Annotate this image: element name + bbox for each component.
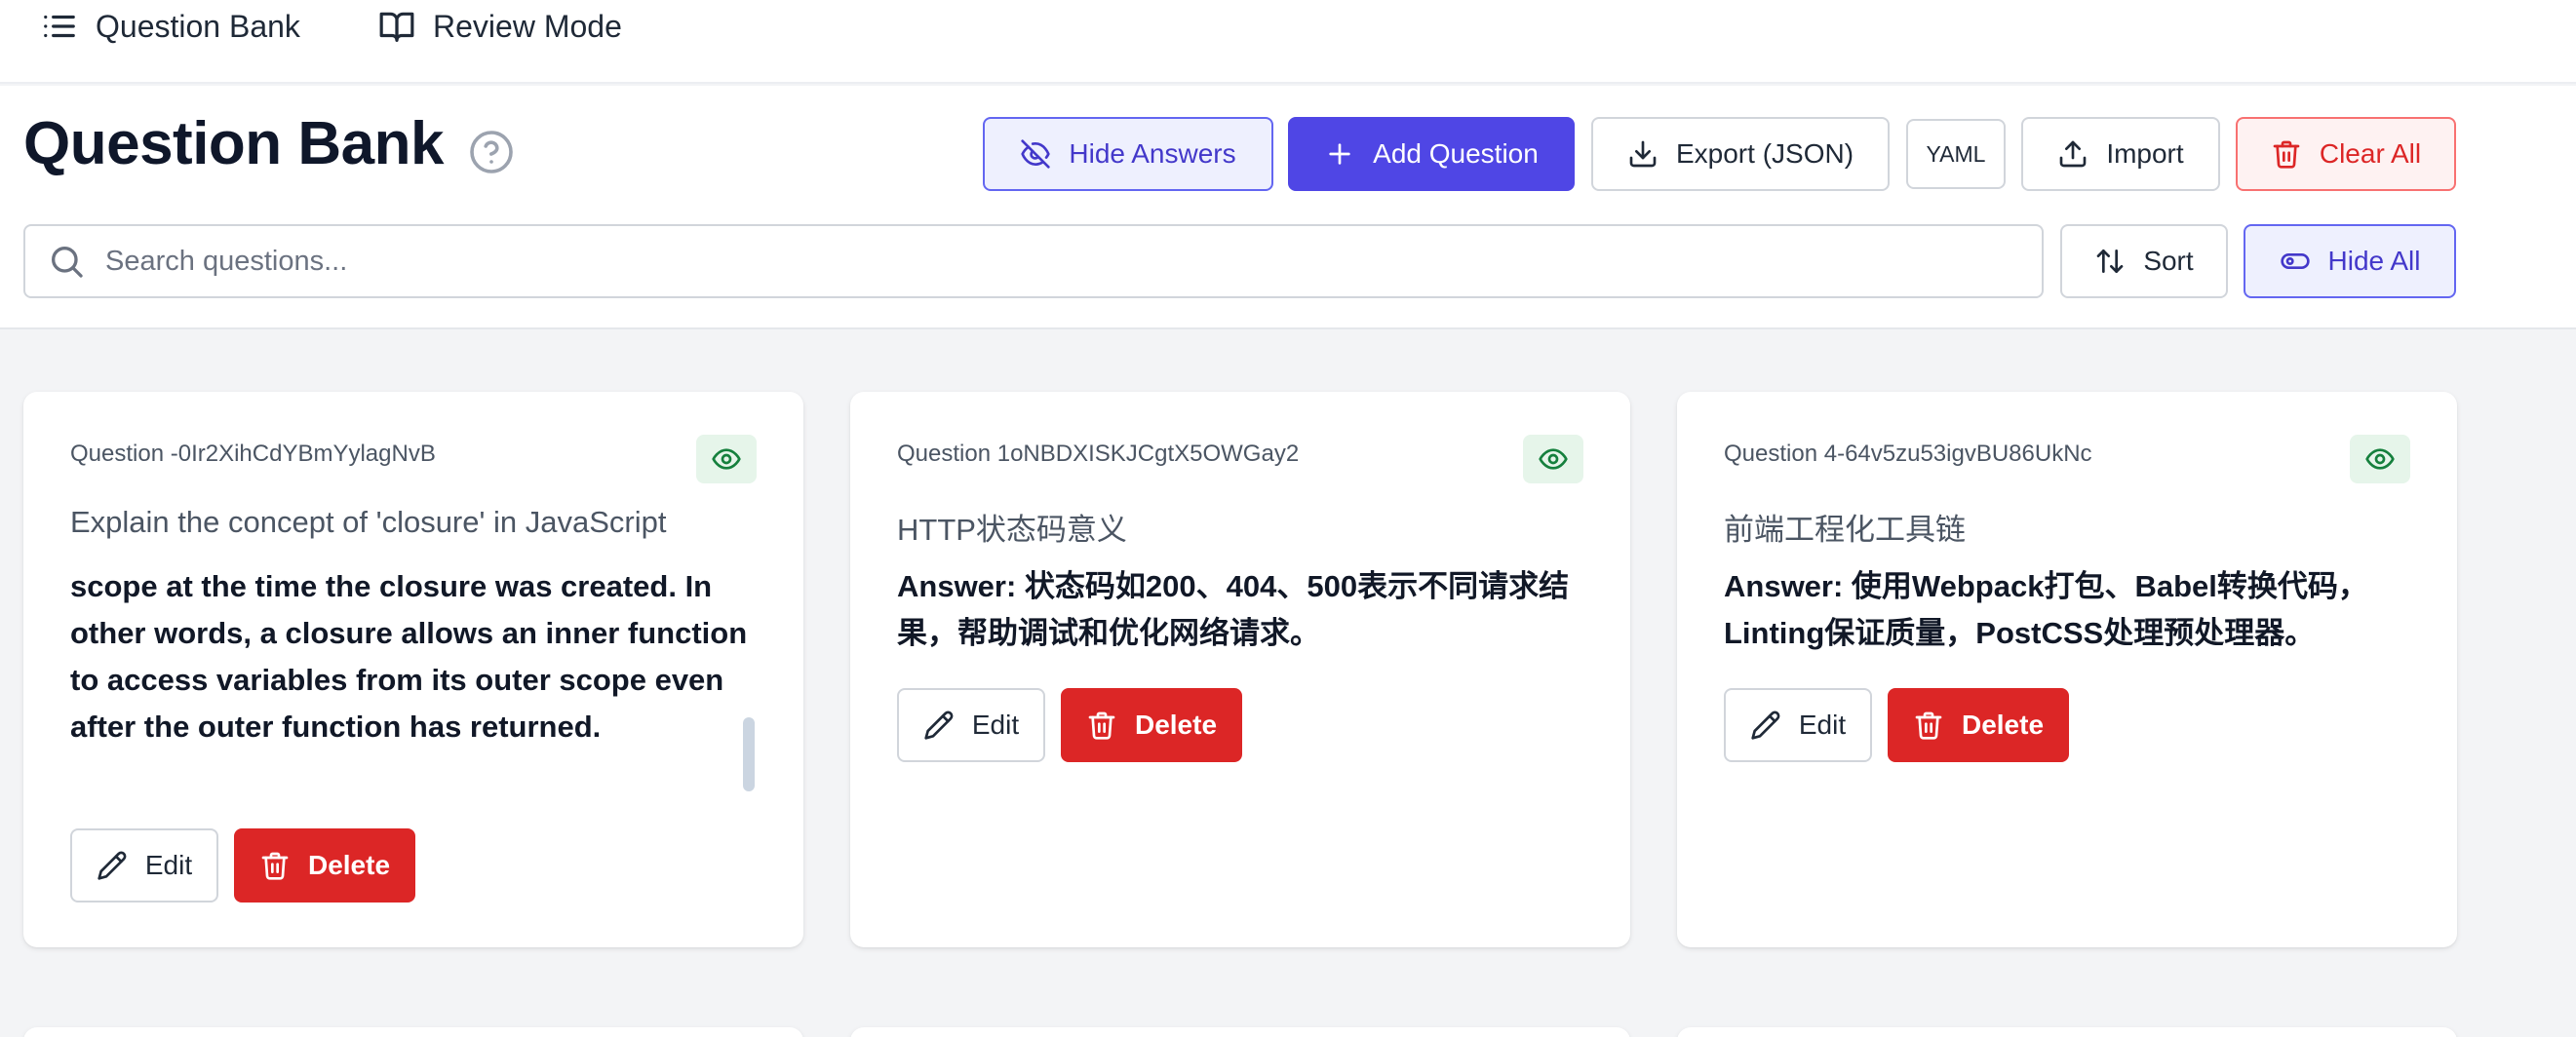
pencil-icon xyxy=(1751,711,1780,740)
delete-button[interactable]: Delete xyxy=(1888,688,2069,762)
nav-label: Question Bank xyxy=(96,8,300,44)
answer-text: scope at the time the closure was create… xyxy=(70,569,748,744)
yaml-button[interactable]: YAML xyxy=(1906,119,2006,189)
nav-item-review-mode[interactable]: Review Mode xyxy=(378,4,622,49)
delete-label: Delete xyxy=(307,850,391,880)
trash-icon xyxy=(1915,711,1942,740)
edit-label: Edit xyxy=(971,710,1020,740)
eye-icon xyxy=(2365,448,2395,470)
edit-button[interactable]: Edit xyxy=(1724,688,1872,762)
visibility-toggle[interactable] xyxy=(2350,435,2410,483)
pencil-icon xyxy=(98,851,127,880)
clear-all-label: Clear All xyxy=(2319,138,2422,169)
search-input[interactable] xyxy=(105,245,2007,278)
delete-label: Delete xyxy=(1961,710,2045,740)
book-open-icon xyxy=(379,12,414,42)
sort-label: Sort xyxy=(2143,246,2194,276)
answer-scrollbar[interactable] xyxy=(743,717,755,791)
clear-all-button[interactable]: Clear All xyxy=(2236,117,2456,191)
trash-icon xyxy=(261,852,289,880)
pencil-icon xyxy=(924,711,954,740)
delete-button[interactable]: Delete xyxy=(1061,688,1242,762)
question-text: HTTP状态码意义 xyxy=(897,513,1127,547)
add-question-label: Add Question xyxy=(1373,138,1539,169)
question-id: Question 4-64v5zu53igvBU86UkNc xyxy=(1724,441,2092,467)
question-card-partial xyxy=(850,1027,1630,1037)
hide-all-button[interactable]: Hide All xyxy=(2244,224,2456,298)
add-question-button[interactable]: Add Question xyxy=(1288,117,1575,191)
question-text: 前端工程化工具链 xyxy=(1724,513,1966,547)
search-bar xyxy=(23,224,2044,298)
upload-icon xyxy=(2059,140,2087,168)
edit-button[interactable]: Edit xyxy=(70,828,218,903)
question-card: Question 4-64v5zu53igvBU86UkNc 前端工程化工具链 … xyxy=(1677,392,2457,947)
delete-button[interactable]: Delete xyxy=(234,828,415,903)
question-card-partial xyxy=(1677,1027,2457,1037)
toggle-icon xyxy=(2280,253,2310,269)
download-icon xyxy=(1629,140,1657,168)
sort-arrows-icon xyxy=(2096,249,2124,273)
hide-all-label: Hide All xyxy=(2327,246,2421,276)
question-card: Question -0Ir2XihCdYBmYylagNvB Explain t… xyxy=(23,392,803,947)
answer-text: Answer: 使用Webpack打包、Babel转换代码，Linting保证质… xyxy=(1724,569,2368,650)
export-json-label: Export (JSON) xyxy=(1675,138,1854,169)
edit-label: Edit xyxy=(1798,710,1847,740)
trash-icon xyxy=(2273,140,2300,169)
question-id: Question 1oNBDXISKJCgtX5OWGay2 xyxy=(897,441,1300,467)
visibility-toggle[interactable] xyxy=(696,435,757,483)
edit-button[interactable]: Edit xyxy=(897,688,1045,762)
import-button[interactable]: Import xyxy=(2021,117,2220,191)
delete-label: Delete xyxy=(1134,710,1218,740)
visibility-toggle[interactable] xyxy=(1523,435,1583,483)
hide-answers-label: Hide Answers xyxy=(1069,138,1236,169)
export-json-button[interactable]: Export (JSON) xyxy=(1591,117,1890,191)
question-card-partial xyxy=(23,1027,803,1037)
page-title: Question Bank xyxy=(23,110,445,177)
list-icon xyxy=(44,15,75,38)
hide-answers-button[interactable]: Hide Answers xyxy=(983,117,1273,191)
answer-text: Answer: 状态码如200、404、500表示不同请求结果，帮助调试和优化网… xyxy=(897,569,1570,650)
question-text: Explain the concept of 'closure' in Java… xyxy=(70,505,667,539)
edit-label: Edit xyxy=(144,850,193,880)
sort-button[interactable]: Sort xyxy=(2060,224,2228,298)
plus-icon xyxy=(1329,143,1350,165)
eye-icon xyxy=(1539,448,1568,470)
eye-icon xyxy=(712,448,741,470)
nav-item-question-bank[interactable]: Question Bank xyxy=(41,4,300,49)
import-label: Import xyxy=(2106,138,2184,169)
yaml-label: YAML xyxy=(1926,140,1986,167)
search-icon xyxy=(52,246,83,278)
nav-label: Review Mode xyxy=(433,8,622,44)
top-nav: Question Bank Review Mode xyxy=(0,0,2576,84)
help-circle-icon[interactable] xyxy=(468,129,515,175)
question-card: Question 1oNBDXISKJCgtX5OWGay2 HTTP状态码意义… xyxy=(850,392,1630,947)
trash-icon xyxy=(1088,711,1115,740)
eye-off-icon xyxy=(1021,139,1051,169)
question-id: Question -0Ir2XihCdYBmYylagNvB xyxy=(70,441,436,467)
